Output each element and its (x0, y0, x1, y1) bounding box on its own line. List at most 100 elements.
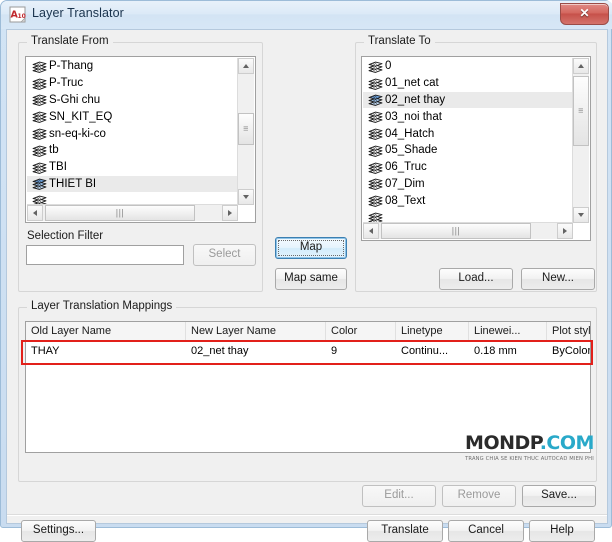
list-item[interactable]: 01_net cat (363, 75, 572, 92)
list-item[interactable]: sn-eq-ki-co (27, 125, 237, 142)
hscroll-thumb[interactable]: ||| (45, 205, 195, 221)
scroll-down-icon[interactable] (573, 207, 589, 223)
title-bar[interactable]: A 10 Layer Translator ✕ (1, 1, 612, 29)
selection-filter-label-text: Selection Filter (27, 230, 104, 242)
list-item-label: 02_net thay (385, 93, 446, 106)
list-item[interactable]: P-Truc (27, 75, 237, 92)
translate-button[interactable]: Translate (367, 520, 443, 542)
list-item-label: 07_Dim (385, 177, 425, 190)
select-button[interactable]: Select (193, 244, 256, 266)
list-item-partial[interactable] (363, 209, 572, 222)
translate-from-vscrollbar[interactable]: ≡ (237, 58, 254, 205)
scroll-up-icon[interactable] (238, 58, 254, 74)
scroll-up-icon[interactable] (573, 58, 589, 74)
save-button[interactable]: Save... (522, 485, 596, 507)
list-item-label: sn-eq-ki-co (49, 127, 106, 140)
list-item[interactable]: 07_Dim (363, 176, 572, 193)
list-item[interactable]: P-Thang (27, 58, 237, 75)
edit-button[interactable]: Edit... (362, 485, 436, 507)
list-item[interactable]: 03_noi that (363, 108, 572, 125)
layer-stack-icon (368, 162, 383, 174)
scroll-right-icon[interactable] (222, 205, 238, 221)
translate-to-items: 0 01_net cat 02_net thay 03_noi that 04_Hatc… (363, 58, 572, 222)
translate-to-listbox[interactable]: 0 01_net cat 02_net thay 03_noi that 04_Hatc… (361, 56, 591, 241)
translate-from-items: P-Thang P-Truc S-Ghi chu SN_KIT_EQ sn-eq-ki-… (27, 58, 237, 204)
list-item-label: 0 (385, 60, 392, 73)
translate-to-vscrollbar[interactable]: ≡ (572, 58, 589, 223)
settings-button[interactable]: Settings... (21, 520, 96, 542)
map-same-button[interactable]: Map same (275, 268, 347, 290)
column-header-old_layer_name[interactable]: Old Layer Name (26, 322, 186, 341)
list-item-label: 01_net cat (385, 77, 439, 90)
list-item-label: tb (49, 144, 59, 157)
cell-linetype: Continu... (401, 345, 449, 357)
list-item[interactable]: TBI (27, 159, 237, 176)
list-item[interactable]: 06_Truc (363, 159, 572, 176)
list-item-label: SN_KIT_EQ (49, 110, 113, 123)
load-button[interactable]: Load... (439, 268, 513, 290)
layer-stack-icon (32, 179, 47, 191)
remove-button[interactable]: Remove (442, 485, 516, 507)
new-button[interactable]: New... (521, 268, 595, 290)
list-item[interactable]: 04_Hatch (363, 125, 572, 142)
edit-button-label: Edit... (384, 489, 414, 502)
translate-to-hscrollbar[interactable]: ||| (363, 222, 573, 239)
list-item[interactable]: S-Ghi chu (27, 92, 237, 109)
help-button[interactable]: Help (529, 520, 595, 542)
column-header-linetype[interactable]: Linetype (396, 322, 469, 341)
list-item[interactable]: 0 (363, 58, 572, 75)
focus-ring (278, 240, 344, 256)
grip-icon: ≡ (578, 105, 584, 116)
save-button-label: Save... (541, 489, 577, 502)
map-button[interactable]: Map (275, 237, 347, 259)
selection-filter-input[interactable] (26, 245, 184, 265)
list-item[interactable]: THIET BI (27, 175, 237, 193)
mappings-label: Layer Translation Mappings (27, 300, 177, 312)
autocad-a10-icon: A 10 (9, 6, 27, 24)
translate-from-listbox[interactable]: P-Thang P-Truc S-Ghi chu SN_KIT_EQ sn-eq-ki-… (25, 56, 256, 223)
footer-separator (7, 514, 607, 516)
layer-stack-icon (32, 162, 47, 174)
cell-lineweight: 0.18 mm (474, 345, 517, 357)
close-button[interactable]: ✕ (560, 3, 609, 25)
column-header-lineweight[interactable]: Linewei... (469, 322, 547, 341)
scroll-left-icon[interactable] (27, 205, 43, 221)
layer-stack-icon (368, 111, 383, 124)
list-item[interactable]: 05_Shade (363, 142, 572, 159)
new-button-label: New... (542, 272, 574, 285)
list-item-label: THIET BI (49, 177, 97, 190)
table-row[interactable]: THAY 02_net thay 9 Continu... 0.18 mm ByColor (26, 341, 590, 361)
translate-to-label-text: Translate To (368, 35, 431, 47)
hscroll-thumb[interactable]: ||| (381, 223, 531, 239)
column-header-new_layer_name[interactable]: New Layer Name (186, 322, 326, 341)
list-item[interactable]: SN_KIT_EQ (27, 108, 237, 125)
layer-stack-icon (368, 128, 383, 140)
translate-to-label: Translate To (364, 35, 435, 47)
map-same-button-label: Map same (284, 272, 338, 285)
translate-from-hscrollbar[interactable]: ||| (27, 204, 238, 221)
translate-from-label-text: Translate From (31, 35, 109, 47)
layer-stack-icon (32, 195, 47, 204)
close-icon: ✕ (579, 6, 590, 20)
scroll-left-icon[interactable] (363, 223, 379, 239)
column-header-color[interactable]: Color (326, 322, 396, 341)
vscroll-thumb[interactable]: ≡ (573, 76, 589, 146)
svg-text:10: 10 (18, 13, 26, 20)
scroll-down-icon[interactable] (238, 189, 254, 205)
list-item[interactable]: 02_net thay (363, 91, 572, 109)
watermark-main-text: MONDP (465, 432, 540, 454)
list-item-partial[interactable] (27, 192, 237, 204)
list-item[interactable]: tb (27, 142, 237, 159)
list-item-label: 04_Hatch (385, 127, 435, 140)
vscroll-thumb[interactable]: ≡ (238, 113, 254, 145)
cancel-button[interactable]: Cancel (448, 520, 524, 542)
select-button-label: Select (208, 248, 241, 261)
layer-stack-icon (32, 61, 47, 73)
column-header-plot_style[interactable]: Plot style (547, 322, 590, 341)
list-item[interactable]: 08_Text (363, 192, 572, 209)
scroll-right-icon[interactable] (557, 223, 573, 239)
list-item-label: P-Truc (49, 77, 84, 90)
list-item-label: S-Ghi chu (49, 93, 101, 106)
remove-button-label: Remove (457, 489, 501, 502)
layer-stack-icon (368, 61, 383, 73)
